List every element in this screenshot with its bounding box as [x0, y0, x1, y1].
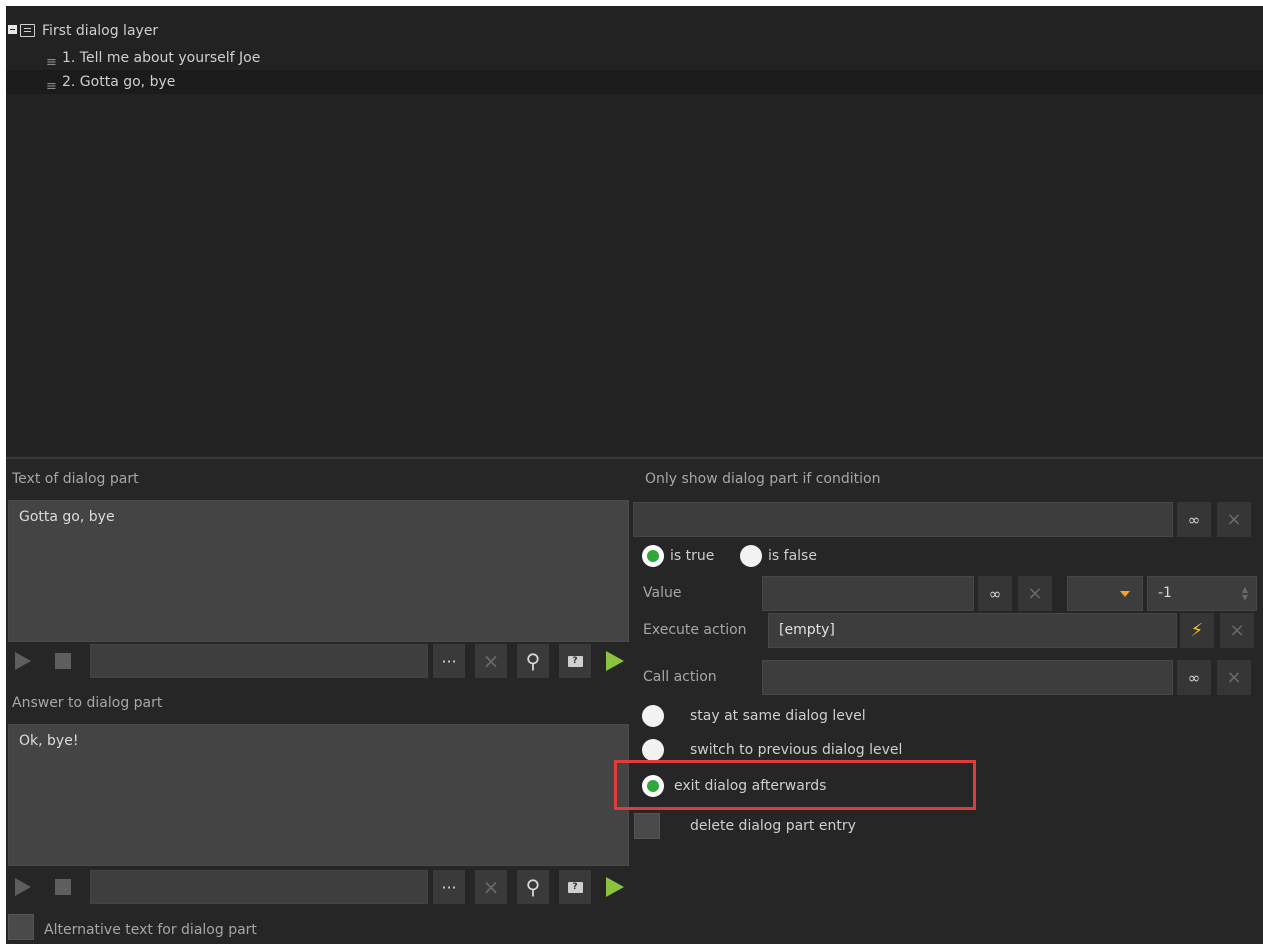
call-action-field[interactable]: [762, 660, 1173, 695]
tree-item-selected[interactable]: ≡ 2. Gotta go, bye: [6, 70, 1263, 94]
clear-icon[interactable]: ×: [1220, 613, 1254, 648]
highlight-box: [614, 760, 976, 810]
help-icon[interactable]: ?: [559, 644, 591, 678]
dialog-layer-icon: [20, 24, 35, 37]
is-true-label: is true: [670, 548, 715, 564]
play-green-icon[interactable]: [600, 870, 630, 904]
compare-operator-dropdown[interactable]: [1067, 576, 1143, 611]
answer-audio-file-field[interactable]: [90, 870, 428, 904]
clear-icon[interactable]: ×: [1018, 576, 1052, 611]
value-stepper[interactable]: -1 ▲ ▼: [1147, 576, 1257, 611]
stepper-value: -1: [1158, 585, 1172, 601]
stay-level-label: stay at same dialog level: [690, 708, 866, 724]
browse-button[interactable]: ···: [433, 644, 465, 678]
tree-item-label: 1. Tell me about yourself Joe: [62, 50, 261, 66]
search-icon[interactable]: ⚲: [517, 870, 549, 904]
stop-icon[interactable]: [48, 644, 78, 678]
answer-text-area[interactable]: Ok, bye!: [8, 724, 629, 866]
lightning-icon[interactable]: ⚡: [1180, 613, 1214, 648]
value-field[interactable]: [762, 576, 974, 611]
play-icon[interactable]: [8, 644, 38, 678]
play-green-icon[interactable]: [600, 644, 630, 678]
chevron-down-icon: [1120, 591, 1130, 597]
dialog-editor: First dialog layer ≡ 1. Tell me about yo…: [6, 6, 1263, 944]
stay-level-radio[interactable]: [642, 705, 664, 727]
panel-divider[interactable]: [6, 457, 1263, 459]
link-icon[interactable]: ∞: [1177, 660, 1211, 695]
value-label: Value: [643, 585, 682, 601]
answer-section-label: Answer to dialog part: [12, 695, 163, 711]
alternative-text-label: Alternative text for dialog part: [44, 922, 257, 938]
link-icon[interactable]: ∞: [978, 576, 1012, 611]
condition-section-label: Only show dialog part if condition: [645, 471, 881, 487]
execute-action-field[interactable]: [empty]: [768, 613, 1177, 648]
is-false-radio[interactable]: [740, 545, 762, 567]
stepper-arrows-icon[interactable]: ▲ ▼: [1242, 586, 1248, 602]
delete-entry-checkbox[interactable]: [634, 813, 660, 839]
browse-button[interactable]: ···: [433, 870, 465, 904]
tree-item[interactable]: ≡ 1. Tell me about yourself Joe: [6, 46, 1263, 70]
previous-level-label: switch to previous dialog level: [690, 742, 903, 758]
text-audio-file-field[interactable]: [90, 644, 428, 678]
dialog-text-area[interactable]: Gotta go, bye: [8, 500, 629, 642]
search-icon[interactable]: ⚲: [517, 644, 549, 678]
delete-entry-label: delete dialog part entry: [690, 818, 856, 834]
clear-icon[interactable]: ×: [1217, 660, 1251, 695]
link-icon[interactable]: ∞: [1177, 502, 1211, 537]
condition-field[interactable]: [633, 502, 1173, 537]
dialog-tree: First dialog layer ≡ 1. Tell me about yo…: [6, 6, 1263, 456]
clear-icon[interactable]: ×: [475, 644, 507, 678]
text-section-label: Text of dialog part: [12, 471, 139, 487]
call-action-label: Call action: [643, 669, 717, 685]
is-true-radio[interactable]: [642, 545, 664, 567]
tree-root-label: First dialog layer: [42, 23, 159, 39]
dialog-part-icon: ≡: [46, 79, 57, 94]
tree-item-label: 2. Gotta go, bye: [62, 74, 176, 90]
help-icon[interactable]: ?: [559, 870, 591, 904]
is-false-label: is false: [768, 548, 817, 564]
clear-icon[interactable]: ×: [1217, 502, 1251, 537]
stop-icon[interactable]: [48, 870, 78, 904]
alternative-text-checkbox[interactable]: [8, 914, 34, 940]
execute-action-label: Execute action: [643, 622, 747, 638]
previous-level-radio[interactable]: [642, 739, 664, 761]
play-icon[interactable]: [8, 870, 38, 904]
collapse-icon[interactable]: [8, 25, 17, 34]
tree-root-item[interactable]: First dialog layer: [6, 19, 1263, 43]
clear-icon[interactable]: ×: [475, 870, 507, 904]
